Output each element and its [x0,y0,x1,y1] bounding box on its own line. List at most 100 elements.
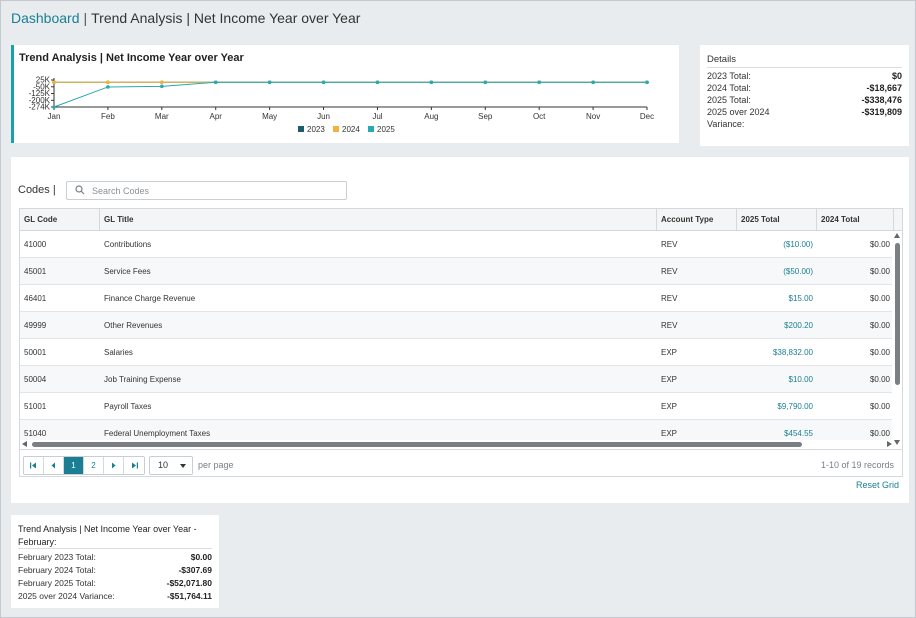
series-line-2025 [53,81,647,108]
table-body: 41000 Contributions REV ($10.00) $0.00 4… [20,231,902,447]
table-row[interactable]: 49999 Other Revenues REV $200.20 $0.00 [20,312,894,339]
x-tick-label: Aug [424,112,438,121]
vertical-scroll-thumb[interactable] [895,243,900,385]
details-row: 2025 Total: -$338,476 [707,95,902,107]
details-row: 2025 over 2024 -$319,809 [707,107,902,119]
search-codes-input[interactable]: Search Codes [66,181,347,200]
february-details-row: 2025 over 2024 Variance: -$51,764.11 [18,591,212,603]
details-row: 2023 Total: $0 [707,71,902,83]
data-point-2024 [106,80,110,85]
trend-line-chart[interactable]: 25K-50K-125K-200K-274KJan Feb Mar Apr May Jun… [14,45,679,143]
cell-gl-code: 50004 [24,375,47,384]
data-point-2025 [160,84,164,89]
cell-gl-title: Contributions [104,240,152,249]
february-details-panel: Trend Analysis | Net Income Year over Ye… [11,515,219,608]
cell-account-type: EXP [661,348,678,357]
cell-gl-title: Payroll Taxes [104,402,152,411]
cell-gl-code: 51001 [24,402,47,411]
first-page-button[interactable] [24,457,44,474]
details-value: -$18,667 [866,83,902,93]
legend-swatch-2024 [333,126,339,132]
details-panel: Details 2023 Total: $0 2024 Total: -$18,… [700,45,909,146]
legend-label-2024: 2024 [342,125,360,134]
cell-2025-total[interactable]: $10.00 [737,366,817,393]
next-page-button[interactable] [104,457,124,474]
cell-gl-title: Job Training Expense [104,375,181,384]
cell-gl-title: Service Fees [104,267,151,276]
reset-grid-link[interactable]: Reset Grid [856,480,899,490]
page-1-button[interactable]: 1 [64,457,84,474]
first-page-icon [30,462,36,469]
february-details-row: February 2024 Total: -$307.69 [18,565,212,577]
column-header-2025-total[interactable]: 2025 Total [737,209,817,231]
details-label: 2024 Total: [707,83,751,93]
cell-account-type: EXP [661,402,678,411]
prev-page-icon [51,462,55,469]
last-page-button[interactable] [124,457,144,474]
cell-gl-title: Salaries [104,348,133,357]
x-tick-label: Jan [48,112,61,121]
cell-gl-code: 50001 [24,348,47,357]
table-row[interactable]: 50001 Salaries EXP $38,832.00 $0.00 [20,339,894,366]
table-row[interactable]: 50004 Job Training Expense EXP $10.00 $0… [20,366,894,393]
data-point-2025 [591,80,595,85]
cell-gl-title: Finance Charge Revenue [104,294,196,303]
details-value: -$319,809 [861,107,902,117]
cell-2024-total: $0.00 [869,348,890,357]
records-count: 1-10 of 19 records [820,460,894,470]
page-size-value: 10 [158,460,169,470]
details-title: Details [707,54,737,65]
search-placeholder: Search Codes [92,186,150,196]
column-header-account-type[interactable]: Account Type [657,209,737,231]
scroll-right-arrow-icon[interactable] [887,441,892,447]
february-details-value: $0.00 [190,552,212,562]
scroll-left-arrow-icon[interactable] [22,441,27,447]
horizontal-scrollbar[interactable] [20,440,894,449]
cell-account-type: REV [661,294,678,303]
details-label: Variance: [707,119,745,129]
horizontal-scroll-thumb[interactable] [32,442,802,447]
data-point-2025 [483,80,488,85]
column-header-2024-total[interactable]: 2024 Total [817,209,894,231]
chevron-down-icon [180,464,186,468]
details-divider [707,67,902,68]
february-details-label: February 2023 Total: [18,552,96,562]
scroll-down-arrow-icon[interactable] [894,440,900,445]
page-2-button[interactable]: 2 [84,457,104,474]
y-tick-label: -274K [29,103,51,112]
cell-2025-total[interactable]: ($10.00) [737,231,817,258]
x-tick-label: Oct [533,112,546,121]
data-point-2025 [267,80,272,85]
details-label: 2025 over 2024 [707,107,770,117]
next-page-icon [112,462,116,469]
legend-swatch-2025 [368,126,374,132]
table-row[interactable]: 51001 Payroll Taxes EXP $9,790.00 $0.00 [20,393,894,420]
breadcrumb-current: Trend Analysis | Net Income Year over Ye… [91,10,361,26]
prev-page-button[interactable] [44,457,64,474]
details-row: 2024 Total: -$18,667 [707,83,902,95]
scroll-up-arrow-icon[interactable] [894,233,900,238]
table-row[interactable]: 45001 Service Fees REV ($50.00) $0.00 [20,258,894,285]
column-header-gl-title[interactable]: GL Title [100,209,657,231]
cell-2024-total: $0.00 [869,267,890,276]
data-point-2025 [429,80,434,85]
cell-2025-total[interactable]: $200.20 [737,312,817,339]
cell-2025-total[interactable]: $9,790.00 [737,393,817,420]
breadcrumb-dashboard-link[interactable]: Dashboard [11,10,80,26]
cell-account-type: REV [661,267,678,276]
table-row[interactable]: 46401 Finance Charge Revenue REV $15.00 … [20,285,894,312]
vertical-scrollbar[interactable] [892,231,902,447]
details-label: 2025 Total: [707,95,751,105]
table-row[interactable]: 41000 Contributions REV ($10.00) $0.00 [20,231,894,258]
details-row: Variance: [707,119,902,131]
cell-2025-total[interactable]: ($50.00) [737,258,817,285]
trend-chart-card[interactable]: Trend Analysis | Net Income Year over Ye… [11,45,679,143]
x-tick-label: Jul [372,112,382,121]
column-header-gl-code[interactable]: GL Code [20,209,100,231]
cell-2025-total[interactable]: $15.00 [737,285,817,312]
cell-2025-total[interactable]: $38,832.00 [737,339,817,366]
february-details-divider [18,548,212,549]
codes-table: GL Code GL Title Account Type 2025 Total… [19,208,903,477]
page-size-select[interactable]: 10 [149,456,193,475]
february-details-value: -$307.69 [178,565,212,575]
